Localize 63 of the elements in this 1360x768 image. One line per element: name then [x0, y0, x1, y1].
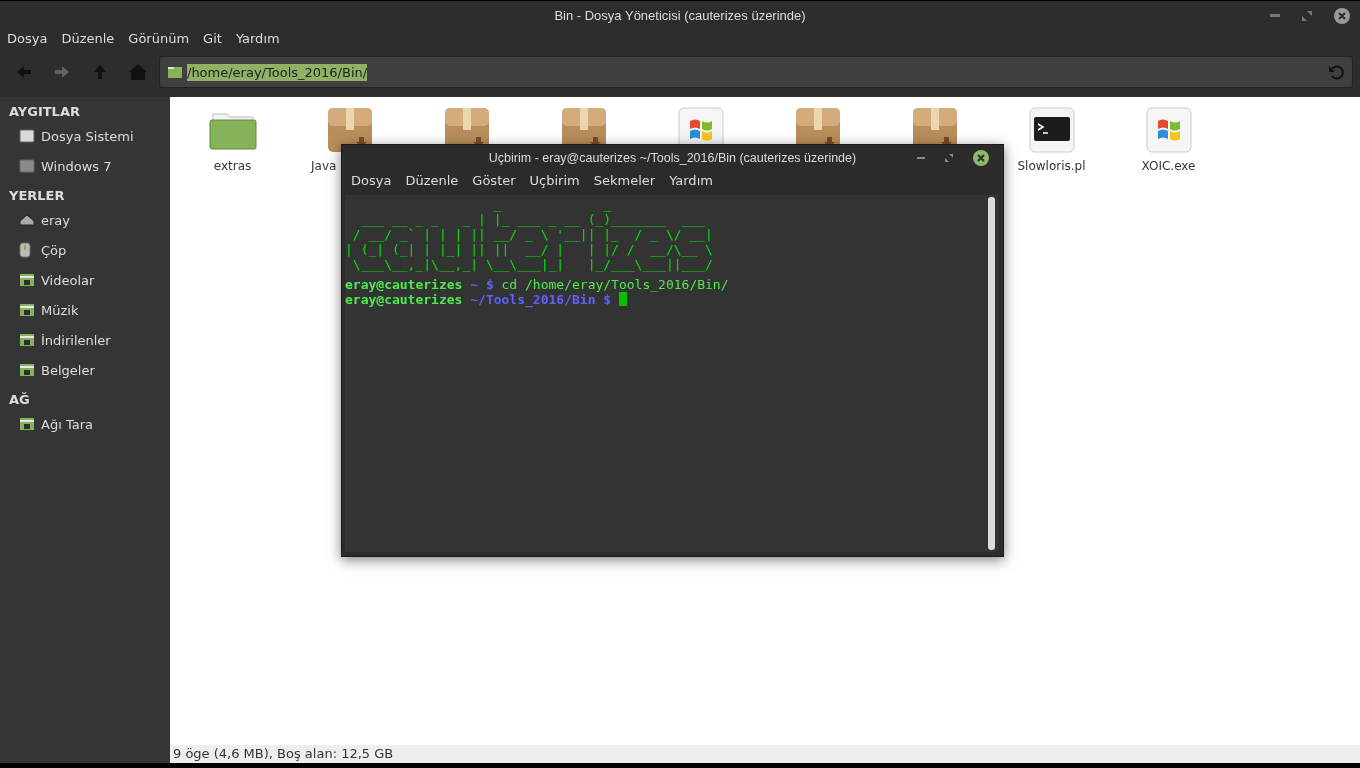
menu-item[interactable]: Dosya [351, 172, 392, 188]
windows-icon [1145, 107, 1192, 153]
prompt-symbol: $ [603, 292, 612, 307]
sidebar-item[interactable]: Videolar [0, 265, 170, 295]
sidebar-heading: YERLER [8, 187, 66, 205]
home-icon [128, 63, 148, 81]
folder-icon [168, 66, 182, 78]
sidebar-item[interactable]: İndirilenler [0, 325, 170, 355]
folder-icon [19, 333, 35, 347]
sidebar-item[interactable]: Windows 7 [0, 151, 170, 181]
prompt-symbol: $ [485, 277, 494, 292]
prompt-user: eray@cauterizes [345, 277, 463, 292]
drive-icon [19, 158, 35, 174]
menu-item[interactable]: Uçbirim [529, 172, 580, 188]
terminal-title: Uçbirim - eray@cauterizes ~/Tools_2016/Bin (cauterizes üzerinde) [488, 151, 857, 165]
menu-item[interactable]: Dosya [7, 30, 48, 46]
file-name[interactable]: extras [213, 159, 252, 173]
location-field[interactable]: /home/eray/Tools_2016/Bin/ [159, 56, 1353, 88]
sidebar-item[interactable]: Ağı Tara [0, 409, 170, 439]
terminal-icon [1028, 107, 1075, 153]
file-name[interactable]: Java [311, 159, 337, 173]
scrollbar[interactable] [988, 197, 995, 550]
sidebar-heading: AYGITLAR [8, 103, 81, 121]
drive-icon [19, 128, 35, 144]
sidebar-item[interactable]: Müzik [0, 295, 170, 325]
maximize-icon[interactable] [945, 154, 953, 162]
menu-item[interactable]: Sekmeler [593, 172, 656, 188]
reload-icon[interactable] [1328, 64, 1344, 80]
minimize-icon[interactable] [1270, 14, 1280, 18]
house-icon [19, 214, 35, 226]
back-arrow-icon [16, 65, 32, 79]
close-icon[interactable] [973, 150, 989, 166]
folder-icon [19, 417, 35, 431]
command-text: cd /home/eray/Tools_2016/Bin/ [501, 277, 729, 292]
menu-item[interactable]: Düzenle [405, 172, 459, 188]
minimize-icon[interactable] [917, 156, 925, 160]
menu-item[interactable]: Yardım [235, 30, 280, 46]
up-arrow-icon [93, 64, 107, 80]
menu-item[interactable]: Yardım [669, 172, 713, 188]
sidebar-item[interactable]: Belgeler [0, 355, 170, 385]
prompt-path: ~/Tools_2016/Bin [470, 292, 596, 307]
folder-icon [19, 273, 35, 287]
folder-icon [19, 363, 35, 377]
sidebar-item[interactable]: Çöp [0, 235, 170, 265]
menu-item[interactable]: Git [203, 30, 222, 46]
file-name[interactable]: XOIC.exe [1141, 159, 1196, 173]
status-bar: 9 öge (4,6 MB), Boş alan: 12,5 GB [170, 745, 1360, 763]
sidebar-item[interactable]: Dosya Sistemi [0, 121, 170, 151]
sidebar-item[interactable]: eray [0, 205, 170, 235]
trash-icon [19, 242, 31, 258]
folder-icon [19, 303, 35, 317]
menu-item[interactable]: Düzenle [61, 30, 115, 46]
window-title: Bin - Dosya Yöneticisi (cauterizes üzerinde) [554, 8, 806, 23]
menu-item[interactable]: Göster [472, 172, 516, 188]
maximize-icon[interactable] [1302, 11, 1312, 21]
prompt-user: eray@cauterizes [345, 292, 463, 307]
ascii-art-text: _ _ ___ __ _ _ _ | |_ ___ _ __ (_)_______ ___ / __/ _` | | | || __/ _ \ '__|| |_ / _ \/ __| | (_| (_| | |_| || || __/ | | |/ / __/\__ \ \___\__,_|\__,_| \__\___|_| |_/___\___||___/ [345, 197, 713, 272]
sidebar-heading: AĞ [8, 391, 31, 409]
prompt-path: ~ [470, 277, 479, 292]
file-name[interactable]: Slowloris.pl [1017, 159, 1086, 173]
close-icon[interactable] [1334, 8, 1350, 24]
menu-item[interactable]: Görünüm [128, 30, 190, 46]
forward-arrow-icon [54, 65, 70, 79]
